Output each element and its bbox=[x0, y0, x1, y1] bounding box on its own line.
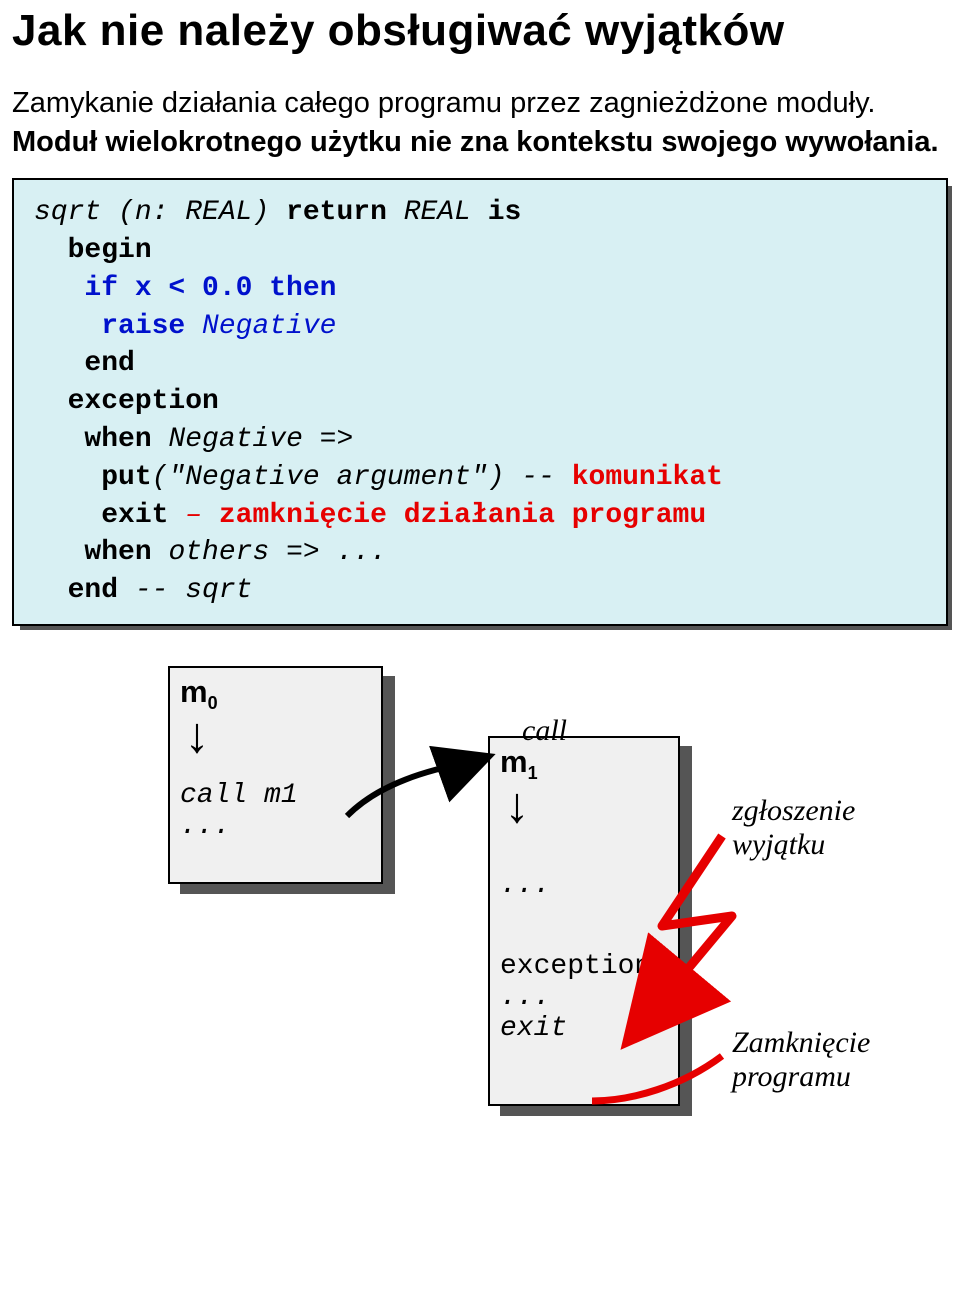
module-m1: m1 ↓ ... exception ... exit bbox=[488, 736, 680, 1106]
slide-title: Jak nie należy obsługiwać wyjątków bbox=[12, 6, 948, 56]
code-when-arg: Negative => bbox=[152, 424, 354, 455]
m1-label: m1 bbox=[500, 744, 668, 784]
ann-raise-2: wyjątku bbox=[732, 828, 825, 861]
code-put-arg: ("Negative argument") -- bbox=[152, 462, 572, 493]
code-if: if x < 0.0 then bbox=[84, 273, 336, 304]
m0-sub: 0 bbox=[208, 693, 218, 713]
code-raise: raise bbox=[101, 311, 185, 342]
code-exception: exception bbox=[68, 386, 219, 417]
code-end-tail: -- sqrt bbox=[118, 575, 252, 606]
call-label: call bbox=[522, 714, 567, 748]
m0-m: m bbox=[180, 674, 208, 709]
ann-close-2: programu bbox=[732, 1060, 851, 1093]
code-exit-red: zamknięcie działania programu bbox=[219, 500, 706, 531]
code-sig-after: REAL bbox=[387, 197, 488, 228]
para-bold: Moduł wielokrotnego użytku nie zna konte… bbox=[12, 126, 939, 158]
ann-raise-1: zgłoszenie bbox=[732, 794, 855, 827]
code-kw-is: is bbox=[488, 197, 522, 228]
m1-dots: ... bbox=[500, 870, 668, 901]
code-kw-begin: begin bbox=[68, 235, 152, 266]
m1-exception: exception bbox=[500, 951, 668, 982]
m0-dots: ... bbox=[180, 811, 371, 842]
code-put: put bbox=[101, 462, 151, 493]
code-when2-arg: others => ... bbox=[152, 537, 387, 568]
code-example: sqrt (n: REAL) return REAL is begin if x… bbox=[12, 178, 948, 626]
m0-label: m0 bbox=[180, 674, 371, 714]
m1-m: m bbox=[500, 744, 528, 779]
m1-sub: 1 bbox=[528, 763, 538, 783]
code-end: end bbox=[84, 348, 134, 379]
down-arrow-icon: ↓ bbox=[182, 720, 371, 760]
para-plain: Zamykanie działania całego programu prze… bbox=[12, 87, 876, 119]
code-when2: when bbox=[84, 537, 151, 568]
call-diagram: m0 ↓ call m1 ... m1 ↓ ... exception ... … bbox=[162, 666, 948, 1146]
code-box: sqrt (n: REAL) return REAL is begin if x… bbox=[12, 178, 948, 626]
down-arrow-icon-2: ↓ bbox=[502, 790, 668, 830]
ann-close: Zamknięcie programu bbox=[732, 1026, 870, 1094]
code-exit-dash: – bbox=[168, 500, 218, 531]
module-m0: m0 ↓ call m1 ... bbox=[168, 666, 383, 884]
intro-paragraph: Zamykanie działania całego programu prze… bbox=[12, 84, 948, 162]
m1-dots2: ... bbox=[500, 982, 668, 1013]
code-when: when bbox=[84, 424, 151, 455]
ann-close-1: Zamknięcie bbox=[732, 1026, 870, 1059]
ann-raise: zgłoszenie wyjątku bbox=[732, 794, 855, 862]
code-kw-return: return bbox=[286, 197, 387, 228]
m1-exit: exit bbox=[500, 1013, 668, 1044]
code-sig-sqrt: sqrt bbox=[34, 197, 101, 228]
code-exit: exit bbox=[101, 500, 168, 531]
code-end-final: end bbox=[68, 575, 118, 606]
code-raise-arg: Negative bbox=[185, 311, 336, 342]
code-put-red: komunikat bbox=[572, 462, 723, 493]
m0-call: call m1 bbox=[180, 780, 371, 811]
code-sig-open: (n: REAL) bbox=[101, 197, 286, 228]
